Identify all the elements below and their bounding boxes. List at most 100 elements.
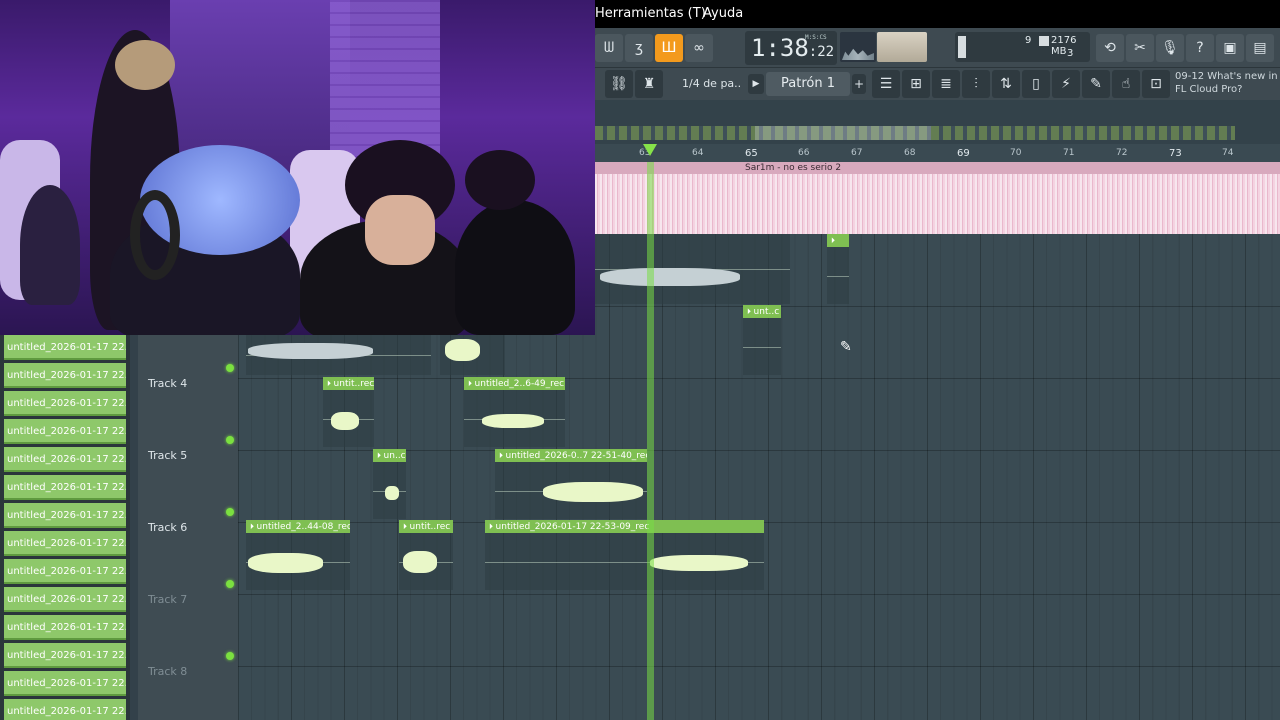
face: [365, 195, 435, 265]
loop-icon[interactable]: ∞: [685, 34, 713, 62]
touch-icon[interactable]: ☝: [1112, 70, 1140, 98]
audio-clip[interactable]: [595, 234, 790, 304]
pink-clip-label: Sar1m - no es serio 2: [595, 162, 1280, 174]
undo-icon[interactable]: ⟲: [1096, 34, 1124, 62]
clip-label: un..c: [383, 451, 406, 461]
clip-waveform: [743, 318, 781, 375]
save-icon[interactable]: ▣: [1216, 34, 1244, 62]
pattern-item[interactable]: untitled_2026-01-17 22...: [4, 447, 126, 472]
browser-icon[interactable]: ▯: [1022, 70, 1050, 98]
pattern-item[interactable]: untitled_2026-01-17 22...: [4, 615, 126, 640]
news-panel[interactable]: 09-12 What's new in FL Cloud Pro?: [1175, 70, 1280, 100]
track-7-mute-led[interactable]: [226, 652, 234, 660]
clip-header: untitled_2..44-08_rec: [246, 520, 350, 533]
record-wave-icon[interactable]: Ш: [655, 34, 683, 62]
clip-header: untit..rec: [323, 377, 374, 390]
plugin-icon[interactable]: ⚡: [1052, 70, 1080, 98]
voices-count: 9: [1025, 35, 1032, 46]
brush-icon[interactable]: ✎: [1082, 70, 1110, 98]
pattern-item[interactable]: untitled_2026-01-17 22...: [4, 699, 126, 720]
mic-icon[interactable]: 🎙: [1156, 34, 1184, 62]
lane-separator: [238, 594, 1280, 595]
audio-clip-small[interactable]: [827, 234, 849, 304]
waveform-blob: [543, 482, 643, 502]
audio-clip[interactable]: [246, 335, 431, 375]
bar-73: 73: [1169, 148, 1182, 159]
audio-clip-pink[interactable]: Sar1m - no es serio 2: [595, 162, 1280, 234]
audio-clip[interactable]: untitled_2..6-49_rec: [464, 377, 565, 447]
cut-icon[interactable]: ✂: [1126, 34, 1154, 62]
playhead-marker[interactable]: [643, 144, 657, 156]
clip-header: untit..rec: [399, 520, 453, 533]
snap-selector[interactable]: 1/4 de pa..: [682, 72, 742, 96]
bar-71: 71: [1063, 148, 1075, 158]
pattern-item[interactable]: untitled_2026-01-17 22...: [4, 671, 126, 696]
add-pattern-button[interactable]: +: [852, 74, 866, 94]
overview-scroll-thumb[interactable]: [755, 126, 931, 140]
link-icon[interactable]: ⛓: [605, 70, 633, 98]
track-3-mute-led[interactable]: [226, 364, 234, 372]
menu-help[interactable]: Ayuda: [703, 6, 743, 21]
pattern-item[interactable]: untitled_2026-01-17 22...: [4, 419, 126, 444]
audio-clip[interactable]: untit..rec: [323, 377, 374, 447]
pattern-item[interactable]: untitled_2026-01-17 22...: [4, 475, 126, 500]
news-line1: What's new in: [1207, 71, 1278, 82]
mixer-icon[interactable]: ⫶: [962, 70, 990, 98]
track-5-name[interactable]: Track 5: [148, 449, 187, 462]
clip-baseline: [827, 275, 849, 277]
pattern-item[interactable]: untitled_2026-01-17 22...: [4, 643, 126, 668]
track-8-name[interactable]: Track 8: [148, 665, 187, 678]
audio-clip[interactable]: untitled_2026-01-17 22-53-09_rec: [485, 520, 764, 590]
piano-roll-icon[interactable]: ⊞: [902, 70, 930, 98]
webcam-overlay: [0, 0, 595, 335]
headphones-left: [130, 190, 180, 280]
news-date: 09-12: [1175, 71, 1205, 82]
play-pattern-icon[interactable]: ▶: [748, 74, 764, 94]
pattern-item[interactable]: untitled_2026-01-17 22...: [4, 391, 126, 416]
eq-icon[interactable]: ʒ: [625, 34, 653, 62]
cart-icon[interactable]: ⊡: [1142, 70, 1170, 98]
song-time-display[interactable]: 1:38:22 M:S:CS: [745, 31, 837, 65]
clip-label: untit..rec: [409, 522, 451, 532]
pattern-item[interactable]: untitled_2026-01-17 22...: [4, 559, 126, 584]
arrange-icon[interactable]: ⇅: [992, 70, 1020, 98]
timeline-ruler[interactable]: 63 64 65 66 67 68 69 70 71 72 73 74: [595, 144, 1280, 162]
track-7-name[interactable]: Track 7: [148, 593, 187, 606]
clip-header: untitled_2..6-49_rec: [464, 377, 565, 390]
bar-70: 70: [1010, 148, 1022, 158]
pattern-item[interactable]: untitled_2026-01-17 22...: [4, 531, 126, 556]
stamp-icon[interactable]: ♜: [635, 70, 663, 98]
pattern-item[interactable]: untitled_2026-01-17 22...: [4, 503, 126, 528]
track-4-mute-led[interactable]: [226, 436, 234, 444]
playlist-icon[interactable]: ☰: [872, 70, 900, 98]
track-4-name[interactable]: Track 4: [148, 377, 187, 390]
waveform-blob: [403, 551, 437, 573]
audio-clip[interactable]: untitled_2..44-08_rec: [246, 520, 350, 590]
pattern-selector[interactable]: Patrón 1: [766, 72, 850, 96]
render-icon[interactable]: ▤: [1246, 34, 1274, 62]
bar-64: 64: [692, 148, 704, 158]
pattern-item[interactable]: untitled_2026-01-17 22...: [4, 363, 126, 388]
pattern-item[interactable]: untitled_2026-01-17 22...: [4, 335, 126, 360]
audio-clip[interactable]: un..c: [373, 449, 406, 519]
clip-waveform: [827, 247, 849, 304]
time-unit: M:S:CS: [805, 34, 827, 41]
audio-clip[interactable]: untit..rec: [399, 520, 453, 590]
wave-icon[interactable]: ᗯ: [595, 34, 623, 62]
channel-rack-icon[interactable]: ≣: [932, 70, 960, 98]
menu-tools[interactable]: Herramientas (T): [595, 6, 706, 21]
track-6-name[interactable]: Track 6: [148, 521, 187, 534]
clip-label: untit..rec: [333, 379, 374, 389]
track-6-mute-led[interactable]: [226, 580, 234, 588]
pattern-item[interactable]: untitled_2026-01-17 22...: [4, 587, 126, 612]
help-icon[interactable]: ?: [1186, 34, 1214, 62]
track-5-mute-led[interactable]: [226, 508, 234, 516]
audio-clip[interactable]: [440, 335, 505, 375]
playlist-overview[interactable]: [595, 100, 1280, 144]
clip-waveform: [246, 533, 350, 590]
clip-waveform: [373, 462, 406, 519]
bar-65: 65: [745, 148, 758, 159]
playhead-line: [647, 162, 654, 720]
audio-clip[interactable]: untitled_2026-0..7 22-51-40_rec: [495, 449, 647, 519]
audio-clip[interactable]: unt..c: [743, 305, 781, 375]
